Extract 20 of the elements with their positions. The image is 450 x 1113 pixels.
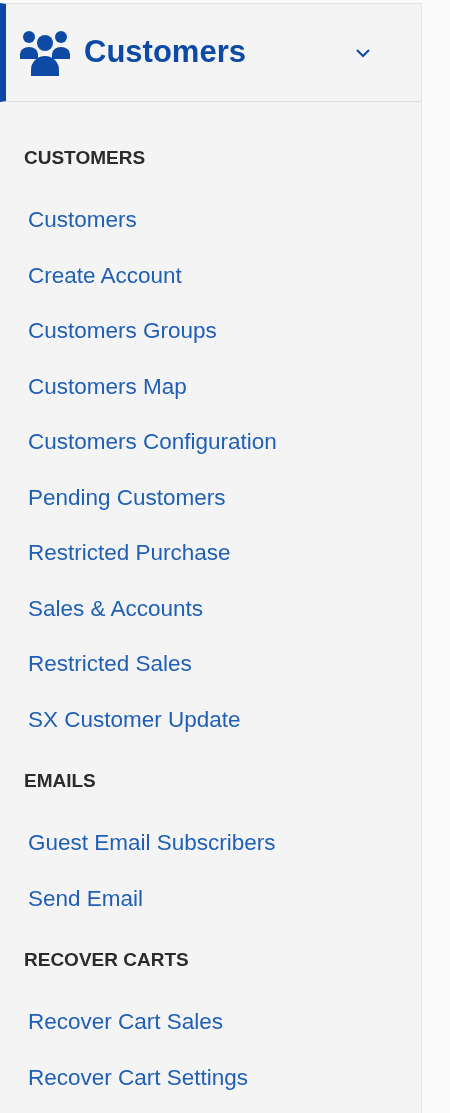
menu-link[interactable]: Recover Cart Settings xyxy=(0,1049,249,1105)
menu-link[interactable]: Guest Email Subscribers xyxy=(0,815,276,871)
section-heading: EMAILS xyxy=(23,769,97,793)
users-icon xyxy=(20,29,70,76)
menu-link[interactable]: Recover Cart Sales xyxy=(0,994,224,1050)
menu-link[interactable]: Restricted Purchase xyxy=(0,525,231,581)
menu-link[interactable]: Customers xyxy=(0,192,137,248)
menu-link[interactable]: SX Customer Update xyxy=(0,691,241,747)
menu-link[interactable]: Customers Map xyxy=(0,358,187,414)
section-heading: RECOVER CARTS xyxy=(23,948,190,972)
menu-title: Customers xyxy=(84,33,246,72)
section-heading: CUSTOMERS xyxy=(23,146,147,170)
menu-link[interactable]: Sales & Accounts xyxy=(0,580,204,636)
menu-link[interactable]: Create Account xyxy=(0,247,182,303)
menu-header[interactable]: Customers xyxy=(0,3,421,102)
menu-link[interactable]: Restricted Sales xyxy=(0,636,192,692)
menu-link[interactable]: Customers Configuration xyxy=(0,414,277,470)
menu-link[interactable]: Pending Customers xyxy=(0,469,226,525)
menu-link[interactable]: Customers Groups xyxy=(0,303,217,359)
menu-link[interactable]: Send Email xyxy=(0,870,144,926)
